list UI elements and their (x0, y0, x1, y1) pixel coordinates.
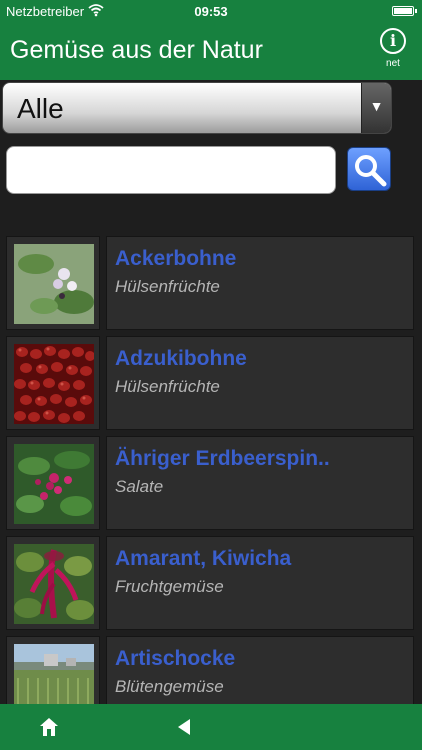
item-category: Salate (115, 477, 164, 496)
list-item[interactable]: Ähriger Erdbeerspin.. Salate (0, 436, 422, 536)
thumbnail-frame (6, 336, 100, 430)
back-button[interactable] (174, 716, 196, 738)
thumbnail-frame (6, 236, 100, 330)
back-arrow-icon (178, 719, 190, 735)
title-bar: Gemüse aus der Natur i net (0, 22, 422, 80)
list-item[interactable]: Adzukibohne Hülsenfrüchte (0, 336, 422, 436)
info-icon: i (380, 28, 406, 54)
category-select-value: Alle (17, 93, 64, 124)
vegetable-list: Ackerbohne Hülsenfrüchte Adzukibohne Hül… (0, 236, 422, 736)
item-text-box: Ähriger Erdbeerspin.. Salate (106, 436, 414, 530)
item-text-box: Amarant, Kiwicha Fruchtgemüse (106, 536, 414, 630)
thumbnail-image (14, 244, 94, 324)
home-button[interactable] (38, 716, 60, 738)
thumbnail-frame (6, 436, 100, 530)
search-icon (355, 155, 387, 187)
thumbnail-image (14, 544, 94, 624)
item-name: Amarant, Kiwicha (115, 547, 292, 570)
page-title: Gemüse aus der Natur (10, 36, 263, 64)
list-item[interactable]: Ackerbohne Hülsenfrüchte (0, 236, 422, 336)
status-bar: Netzbetreiber 09:53 (0, 0, 422, 22)
list-item[interactable]: Amarant, Kiwicha Fruchtgemüse (0, 536, 422, 636)
item-text-box: Ackerbohne Hülsenfrüchte (106, 236, 414, 330)
info-label: net (386, 58, 400, 69)
item-name: Artischocke (115, 647, 236, 670)
thumbnail-frame (6, 536, 100, 630)
item-text-box: Adzukibohne Hülsenfrüchte (106, 336, 414, 430)
item-category: Blütengemüse (115, 677, 224, 696)
thumbnail-image (14, 344, 94, 424)
item-category: Hülsenfrüchte (115, 377, 220, 396)
home-icon (40, 718, 58, 736)
clock: 09:53 (194, 4, 228, 19)
search-button[interactable] (347, 147, 391, 191)
item-category: Hülsenfrüchte (115, 277, 220, 296)
category-select[interactable]: Alle ▼ (2, 82, 392, 134)
item-name: Adzukibohne (115, 347, 247, 370)
bottom-toolbar (0, 704, 422, 750)
battery-icon (392, 6, 417, 16)
search-input[interactable] (6, 146, 336, 194)
item-name: Ähriger Erdbeerspin.. (115, 447, 330, 470)
chevron-down-icon: ▼ (361, 83, 391, 133)
thumbnail-image (14, 444, 94, 524)
info-button[interactable]: i net (374, 28, 412, 76)
item-category: Fruchtgemüse (115, 577, 224, 596)
item-name: Ackerbohne (115, 247, 237, 270)
